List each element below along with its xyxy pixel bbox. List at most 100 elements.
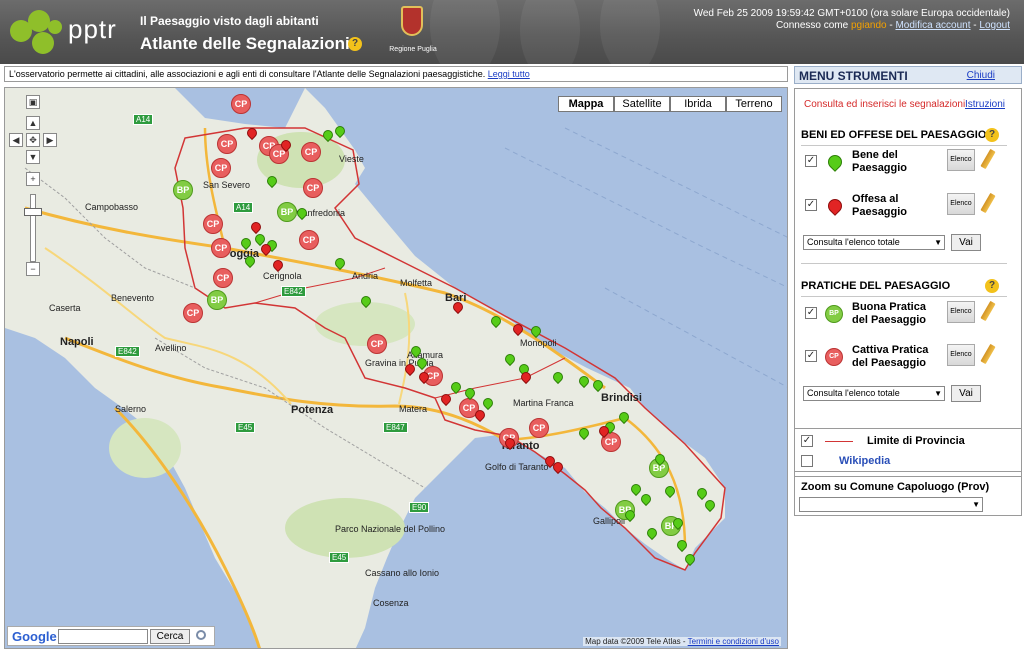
bene-label: Bene del Paesaggio bbox=[852, 149, 908, 174]
cp-badge-icon: CP bbox=[825, 348, 843, 366]
header-decoration bbox=[520, 0, 580, 64]
cp-marker[interactable]: CP bbox=[211, 238, 231, 258]
place-label: Vieste bbox=[339, 154, 364, 164]
map-search-input[interactable] bbox=[58, 629, 148, 644]
place-label: Campobasso bbox=[85, 202, 139, 212]
cp-marker[interactable]: CP bbox=[299, 230, 319, 250]
logo bbox=[10, 10, 70, 56]
pan-up-icon[interactable]: ▲ bbox=[26, 116, 40, 130]
cp-marker[interactable]: CP bbox=[217, 134, 237, 154]
place-label: Parco Nazionale del Pollino bbox=[335, 524, 446, 534]
bp-marker[interactable]: BP bbox=[207, 290, 227, 310]
consult-select-beni[interactable]: Consulta l'elenco totale ▼ bbox=[803, 235, 945, 250]
map-search-box: Google Cerca bbox=[7, 626, 215, 646]
place-label: Molfetta bbox=[400, 278, 433, 288]
map-type-terreno[interactable]: Terreno bbox=[726, 96, 782, 112]
cp-marker[interactable]: CP bbox=[203, 214, 223, 234]
place-label: Benevento bbox=[111, 293, 155, 303]
map-type-mappa[interactable]: Mappa bbox=[558, 96, 614, 112]
section-pratiche-heading: PRATICHE DEL PAESAGGIO bbox=[801, 280, 951, 292]
road-shield: E45 bbox=[329, 552, 350, 563]
zoom-slider-thumb[interactable] bbox=[24, 208, 42, 216]
connected-label: Connesso come bbox=[775, 20, 849, 31]
pan-right-icon[interactable]: ▶ bbox=[43, 133, 57, 147]
map-home-icon[interactable]: ▣ bbox=[26, 95, 40, 109]
google-logo: Google bbox=[12, 629, 57, 644]
pan-down-icon[interactable]: ▼ bbox=[26, 150, 40, 164]
pencil-icon[interactable] bbox=[980, 343, 996, 365]
panel-title: MENU STRUMENTI bbox=[799, 69, 908, 83]
map-attribution: Map data ©2009 Tele Atlas - Termini e co… bbox=[583, 637, 781, 646]
pencil-icon[interactable] bbox=[980, 192, 996, 214]
place-label: Avellino bbox=[155, 343, 187, 353]
app-root: pptr Il Paesaggio visto dagli abitanti A… bbox=[0, 0, 1024, 653]
vai-button-beni[interactable]: Vai bbox=[951, 234, 981, 251]
consult-link[interactable]: Consulta ed inserisci le segnalazioni bbox=[804, 99, 965, 110]
zoom-comune-select[interactable]: ▼ bbox=[799, 497, 983, 512]
help-icon[interactable]: ? bbox=[985, 128, 999, 142]
cp-marker[interactable]: CP bbox=[231, 94, 251, 114]
divider bbox=[801, 263, 1007, 264]
instructions-link[interactable]: Istruzioni bbox=[965, 99, 1005, 110]
bp-badge-icon: BP bbox=[825, 305, 843, 323]
place-label: Cerignola bbox=[263, 271, 302, 281]
user-info: Connesso come pgiando - Modifica account… bbox=[775, 20, 1010, 31]
elenco-button-offesa[interactable]: Elenco bbox=[947, 193, 975, 215]
header: pptr Il Paesaggio visto dagli abitanti A… bbox=[0, 0, 1024, 64]
zoom-slider-track[interactable] bbox=[30, 194, 36, 262]
logout-link[interactable]: Logout bbox=[979, 20, 1010, 31]
cp-marker[interactable]: CP bbox=[213, 268, 233, 288]
bp-marker[interactable]: BP bbox=[173, 180, 193, 200]
checkbox-limite-provincia[interactable]: ✓ bbox=[801, 435, 813, 447]
cp-marker[interactable]: CP bbox=[301, 142, 321, 162]
pan-center-icon[interactable]: ✥ bbox=[26, 133, 40, 147]
checkbox-bene[interactable]: ✓ bbox=[805, 155, 817, 167]
checkbox-buona-pratica[interactable]: ✓ bbox=[805, 307, 817, 319]
cp-marker[interactable]: CP bbox=[211, 158, 231, 178]
divider bbox=[801, 296, 1007, 297]
pencil-icon[interactable] bbox=[980, 300, 996, 322]
elenco-button-bene[interactable]: Elenco bbox=[947, 149, 975, 171]
place-label: Napoli bbox=[60, 336, 94, 348]
cerca-button[interactable]: Cerca bbox=[150, 629, 190, 644]
road-shield: E45 bbox=[235, 422, 256, 433]
panel-close-link[interactable]: Chiudi bbox=[967, 70, 995, 81]
cp-marker[interactable]: CP bbox=[367, 334, 387, 354]
road-shield: E90 bbox=[409, 502, 430, 513]
pencil-icon[interactable] bbox=[980, 148, 996, 170]
zoom-in-icon[interactable]: + bbox=[26, 172, 40, 186]
tools-panel: MENU STRUMENTI Chiudi Consulta ed inseri… bbox=[794, 66, 1022, 653]
checkbox-wikipedia[interactable] bbox=[801, 455, 813, 467]
help-icon[interactable]: ? bbox=[348, 37, 362, 51]
read-more-link[interactable]: Leggi tutto bbox=[488, 69, 530, 79]
vai-button-pratiche[interactable]: Vai bbox=[951, 385, 981, 402]
cp-marker[interactable]: CP bbox=[303, 178, 323, 198]
cp-marker[interactable]: CP bbox=[183, 303, 203, 323]
checkbox-cattiva-pratica[interactable]: ✓ bbox=[805, 350, 817, 362]
place-label: Salerno bbox=[115, 404, 147, 414]
bp-marker[interactable]: BP bbox=[277, 202, 297, 222]
province-line-icon bbox=[825, 441, 853, 442]
elenco-button-buona-pratica[interactable]: Elenco bbox=[947, 301, 975, 323]
regione-emblem-icon bbox=[401, 6, 423, 36]
cp-marker[interactable]: CP bbox=[529, 418, 549, 438]
place-label: San Severo bbox=[203, 180, 251, 190]
search-icon[interactable] bbox=[196, 630, 206, 640]
username: pgiando bbox=[850, 20, 887, 31]
zoom-title: Zoom su Comune Capoluogo (Prov) bbox=[801, 481, 990, 493]
help-icon[interactable]: ? bbox=[985, 279, 999, 293]
map-type-ibrida[interactable]: Ibrida bbox=[670, 96, 726, 112]
place-label: Andria bbox=[352, 271, 379, 281]
map[interactable]: Campobasso San Severo Foggia Manfredonia Vie… bbox=[4, 87, 788, 649]
header-decoration bbox=[430, 0, 500, 64]
offesa-label: Offesa al Paesaggio bbox=[852, 193, 908, 218]
checkbox-offesa[interactable]: ✓ bbox=[805, 199, 817, 211]
place-label: Matera bbox=[399, 404, 428, 414]
map-type-satellite[interactable]: Satellite bbox=[614, 96, 670, 112]
modify-account-link[interactable]: Modifica account bbox=[895, 20, 970, 31]
consult-select-pratiche[interactable]: Consulta l'elenco totale ▼ bbox=[803, 386, 945, 401]
zoom-out-icon[interactable]: − bbox=[26, 262, 40, 276]
pan-left-icon[interactable]: ◀ bbox=[9, 133, 23, 147]
terms-link[interactable]: Termini e condizioni d'uso bbox=[688, 637, 779, 646]
elenco-button-cattiva-pratica[interactable]: Elenco bbox=[947, 344, 975, 366]
